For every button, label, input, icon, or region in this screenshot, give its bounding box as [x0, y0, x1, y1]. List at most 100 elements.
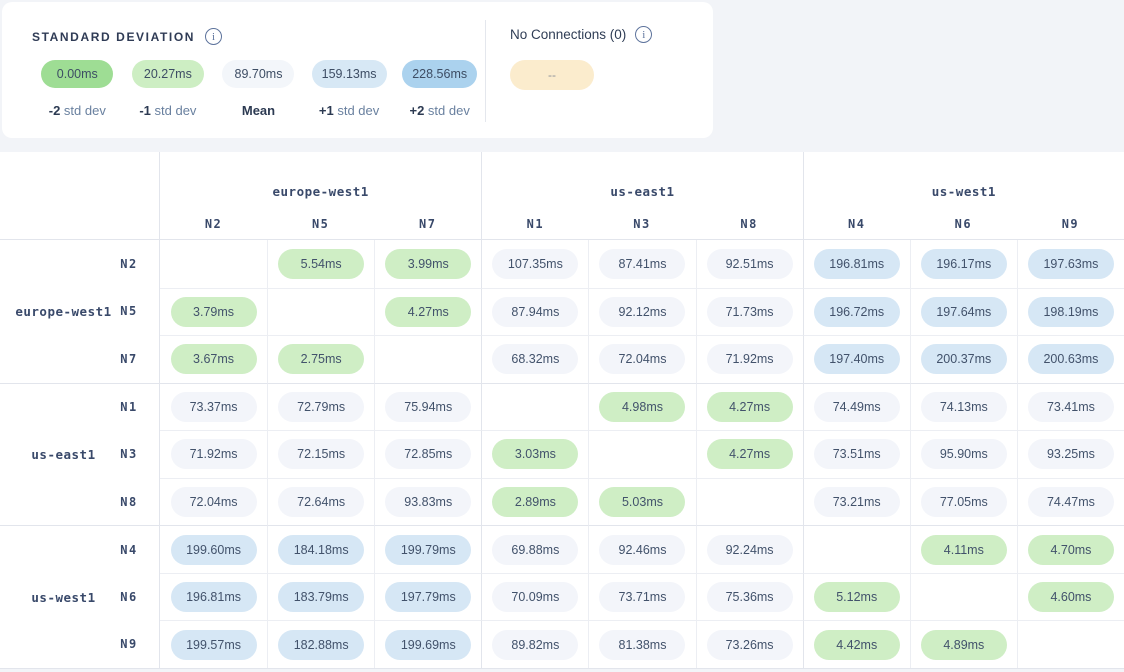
latency-cell-N4-N1: 69.88ms: [481, 525, 588, 573]
column-header-N4: N4: [803, 208, 910, 240]
latency-pill[interactable]: 183.79ms: [278, 582, 364, 612]
latency-pill[interactable]: 93.25ms: [1028, 439, 1114, 469]
no-connections-pill: --: [510, 60, 594, 90]
latency-pill[interactable]: 4.42ms: [814, 630, 900, 660]
latency-pill[interactable]: 73.71ms: [599, 582, 685, 612]
latency-pill[interactable]: 71.73ms: [707, 297, 793, 327]
latency-pill[interactable]: 92.46ms: [599, 535, 685, 565]
latency-pill[interactable]: 199.69ms: [385, 630, 471, 660]
latency-pill[interactable]: 95.90ms: [921, 439, 1007, 469]
std-deviation-info-icon[interactable]: [205, 28, 222, 45]
latency-pill[interactable]: 3.03ms: [492, 439, 578, 469]
latency-pill[interactable]: 184.18ms: [278, 535, 364, 565]
latency-pill[interactable]: 199.57ms: [171, 630, 257, 660]
latency-pill[interactable]: 89.82ms: [492, 630, 578, 660]
latency-pill[interactable]: 3.67ms: [171, 344, 257, 374]
legend-pill: 0.00ms: [41, 60, 113, 88]
latency-pill[interactable]: 5.03ms: [599, 487, 685, 517]
latency-pill[interactable]: 4.98ms: [599, 392, 685, 422]
column-header-N3: N3: [588, 208, 695, 240]
latency-pill[interactable]: 92.12ms: [599, 297, 685, 327]
latency-pill[interactable]: 73.37ms: [171, 392, 257, 422]
latency-pill[interactable]: 92.51ms: [707, 249, 793, 279]
latency-pill[interactable]: 75.36ms: [707, 582, 793, 612]
latency-pill[interactable]: 73.21ms: [814, 487, 900, 517]
latency-pill[interactable]: 71.92ms: [171, 439, 257, 469]
latency-pill[interactable]: 196.72ms: [814, 297, 900, 327]
latency-cell-N7-N4: 197.40ms: [803, 335, 910, 383]
latency-pill[interactable]: 2.89ms: [492, 487, 578, 517]
latency-pill[interactable]: 199.60ms: [171, 535, 257, 565]
row-header-N9: N9: [113, 620, 160, 668]
legend-pill: 89.70ms: [222, 60, 294, 88]
no-connections-legend: No Connections (0) --: [486, 2, 652, 138]
latency-pill[interactable]: 75.94ms: [385, 392, 471, 422]
latency-pill[interactable]: 72.15ms: [278, 439, 364, 469]
latency-pill[interactable]: 196.81ms: [814, 249, 900, 279]
latency-pill[interactable]: 4.89ms: [921, 630, 1007, 660]
row-header-N1: N1: [113, 383, 160, 431]
latency-pill[interactable]: 4.27ms: [707, 392, 793, 422]
latency-pill[interactable]: 87.41ms: [599, 249, 685, 279]
latency-pill[interactable]: 69.88ms: [492, 535, 578, 565]
latency-pill[interactable]: 73.26ms: [707, 630, 793, 660]
latency-pill[interactable]: 197.40ms: [814, 344, 900, 374]
column-header-N1: N1: [481, 208, 588, 240]
no-connections-info-icon[interactable]: [635, 26, 652, 43]
latency-pill[interactable]: 107.35ms: [492, 249, 578, 279]
latency-pill[interactable]: 196.81ms: [171, 582, 257, 612]
no-connections-title: No Connections (0): [510, 27, 626, 42]
latency-pill[interactable]: 71.92ms: [707, 344, 793, 374]
latency-pill[interactable]: 197.63ms: [1028, 249, 1114, 279]
latency-pill[interactable]: 197.64ms: [921, 297, 1007, 327]
latency-pill[interactable]: 74.49ms: [814, 392, 900, 422]
latency-pill[interactable]: 4.11ms: [921, 535, 1007, 565]
latency-pill[interactable]: 72.64ms: [278, 487, 364, 517]
latency-pill[interactable]: 198.19ms: [1028, 297, 1114, 327]
latency-pill[interactable]: 72.04ms: [171, 487, 257, 517]
latency-pill[interactable]: 81.38ms: [599, 630, 685, 660]
latency-pill[interactable]: 68.32ms: [492, 344, 578, 374]
latency-pill[interactable]: 87.94ms: [492, 297, 578, 327]
latency-pill[interactable]: 70.09ms: [492, 582, 578, 612]
latency-pill[interactable]: 197.79ms: [385, 582, 471, 612]
latency-pill[interactable]: 72.79ms: [278, 392, 364, 422]
latency-pill[interactable]: 73.51ms: [814, 439, 900, 469]
latency-cell-N7-N5: 2.75ms: [267, 335, 374, 383]
latency-pill[interactable]: 72.04ms: [599, 344, 685, 374]
latency-pill[interactable]: 200.37ms: [921, 344, 1007, 374]
row-group-label-us-west1: us-west1: [0, 525, 113, 668]
latency-pill[interactable]: 77.05ms: [921, 487, 1007, 517]
latency-pill[interactable]: 74.13ms: [921, 392, 1007, 422]
latency-cell-N8-N2: 72.04ms: [160, 478, 267, 526]
latency-pill[interactable]: 4.27ms: [385, 297, 471, 327]
latency-pill[interactable]: 4.27ms: [707, 439, 793, 469]
row-group-label-us-east1: us-east1: [0, 383, 113, 526]
latency-pill[interactable]: 3.79ms: [171, 297, 257, 327]
latency-pill[interactable]: 4.70ms: [1028, 535, 1114, 565]
latency-pill[interactable]: 3.99ms: [385, 249, 471, 279]
column-group-header-us-west1: us-west1: [803, 152, 1124, 208]
latency-cell-N5-N4: 196.72ms: [803, 288, 910, 336]
latency-cell-N5-N1: 87.94ms: [481, 288, 588, 336]
legend-item-mean: 89.70msMean: [213, 60, 304, 118]
latency-pill[interactable]: 199.79ms: [385, 535, 471, 565]
legend-card: STANDARD DEVIATION 0.00ms-2 std dev20.27…: [2, 2, 713, 138]
latency-cell-N7-N8: 71.92ms: [696, 335, 803, 383]
latency-pill[interactable]: 5.12ms: [814, 582, 900, 612]
latency-pill[interactable]: 5.54ms: [278, 249, 364, 279]
latency-pill[interactable]: 182.88ms: [278, 630, 364, 660]
latency-pill[interactable]: 72.85ms: [385, 439, 471, 469]
latency-pill[interactable]: 73.41ms: [1028, 392, 1114, 422]
latency-pill[interactable]: 200.63ms: [1028, 344, 1114, 374]
row-group-label-europe-west1: europe-west1: [0, 240, 113, 383]
latency-pill[interactable]: 2.75ms: [278, 344, 364, 374]
latency-pill[interactable]: 4.60ms: [1028, 582, 1114, 612]
latency-pill[interactable]: 74.47ms: [1028, 487, 1114, 517]
latency-cell-N9-N1: 89.82ms: [481, 620, 588, 668]
latency-pill[interactable]: 196.17ms: [921, 249, 1007, 279]
latency-pill[interactable]: 93.83ms: [385, 487, 471, 517]
latency-cell-N2-N6: 196.17ms: [910, 240, 1017, 288]
latency-pill[interactable]: 92.24ms: [707, 535, 793, 565]
column-header-N7: N7: [374, 208, 481, 240]
